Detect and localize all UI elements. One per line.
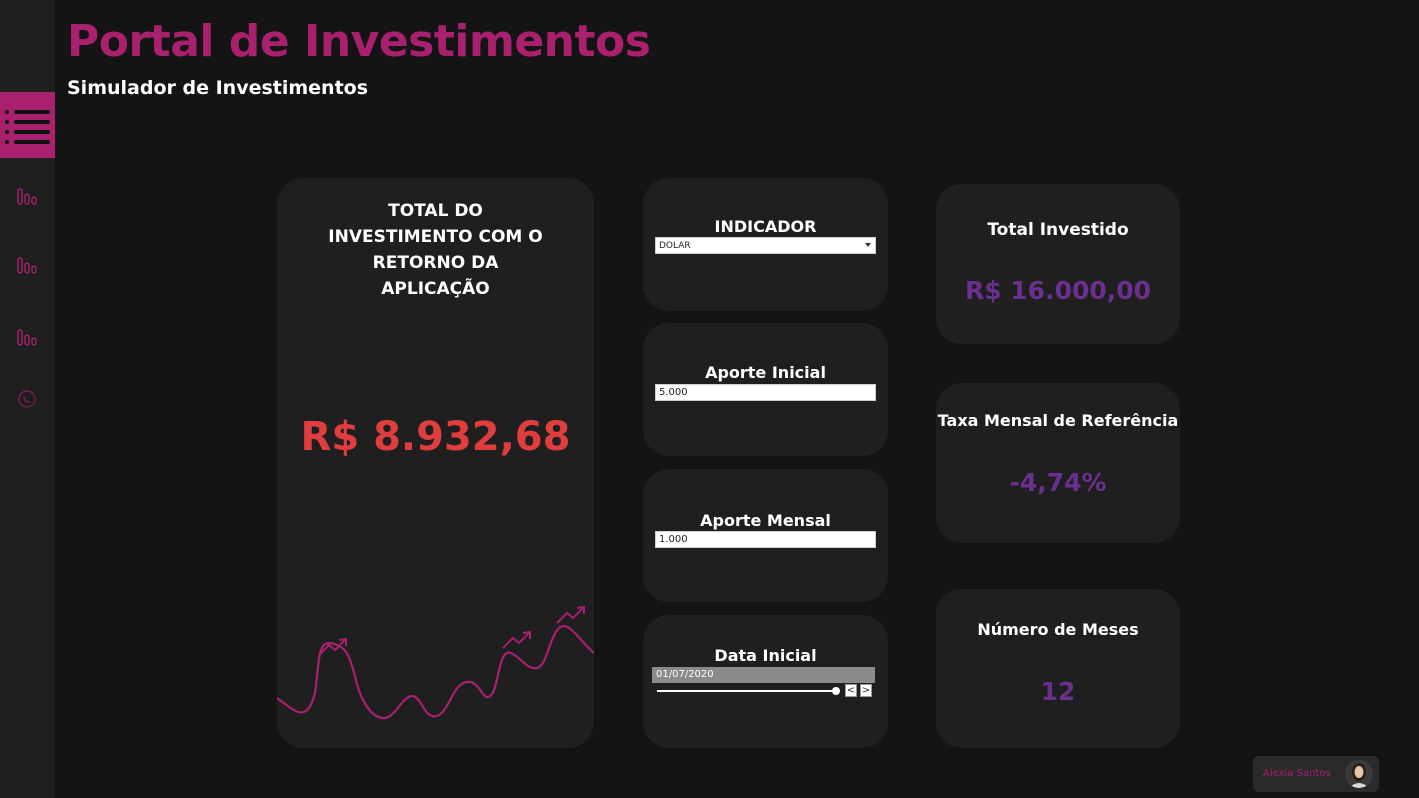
- user-badge[interactable]: Alexia Santos: [1253, 756, 1379, 792]
- numero-meses-value: 12: [1040, 677, 1076, 706]
- aporte-mensal-label: Aporte Mensal: [700, 511, 831, 530]
- aporte-mensal-card: Aporte Mensal 1.000: [643, 469, 888, 602]
- bar-chart-icon[interactable]: [14, 324, 40, 348]
- taxa-mensal-label: Taxa Mensal de Referência: [937, 411, 1179, 430]
- numero-meses-card: Número de Meses 12: [936, 589, 1180, 748]
- bar-chart-icon[interactable]: [14, 183, 40, 207]
- user-name: Alexia Santos: [1263, 768, 1331, 779]
- aporte-inicial-card: Aporte Inicial 5.000: [643, 323, 888, 456]
- data-inicial-card: Data Inicial 01/07/2020 < >: [643, 615, 888, 748]
- indicador-select[interactable]: DOLAR: [655, 237, 876, 254]
- total-investido-label: Total Investido: [987, 220, 1129, 240]
- date-slider[interactable]: [657, 687, 840, 695]
- numero-meses-label: Número de Meses: [977, 620, 1139, 639]
- bar-chart-icon[interactable]: [14, 252, 40, 276]
- taxa-mensal-card: Taxa Mensal de Referência -4,74%: [936, 383, 1180, 543]
- total-investido-value: R$ 16.000,00: [964, 276, 1152, 305]
- list-icon: [4, 110, 50, 144]
- total-investido-card: Total Investido R$ 16.000,00: [936, 184, 1180, 344]
- data-inicial-label: Data Inicial: [714, 646, 817, 665]
- total-return-card: TOTAL DO INVESTIMENTO COM O RETORNO DA A…: [277, 178, 594, 748]
- page-title: Portal de Investimentos: [67, 16, 651, 67]
- aporte-inicial-input[interactable]: 5.000: [655, 384, 876, 401]
- taxa-mensal-value: -4,74%: [1009, 468, 1107, 497]
- indicador-selected-value: DOLAR: [659, 241, 691, 251]
- data-inicial-value[interactable]: 01/07/2020: [652, 667, 875, 683]
- total-return-value: R$ 8.932,68: [300, 414, 571, 460]
- indicador-filter-card: INDICADOR DOLAR: [643, 178, 888, 311]
- indicador-label: INDICADOR: [714, 217, 817, 236]
- aporte-inicial-label: Aporte Inicial: [705, 363, 826, 382]
- whatsapp-icon[interactable]: [14, 387, 40, 411]
- sidebar-item-menu[interactable]: [0, 92, 55, 158]
- page-subtitle: Simulador de Investimentos: [67, 77, 369, 99]
- date-prev-button[interactable]: <: [845, 684, 857, 697]
- sidebar: [0, 0, 55, 798]
- growth-wave-illustration: [277, 605, 594, 720]
- date-next-button[interactable]: >: [860, 684, 872, 697]
- aporte-mensal-input[interactable]: 1.000: [655, 531, 876, 548]
- chevron-down-icon: [865, 243, 871, 247]
- total-return-label: TOTAL DO INVESTIMENTO COM O RETORNO DA A…: [328, 201, 543, 299]
- date-slider-thumb[interactable]: [832, 687, 840, 695]
- user-avatar-icon: [1345, 760, 1373, 788]
- avatar: [1345, 760, 1373, 788]
